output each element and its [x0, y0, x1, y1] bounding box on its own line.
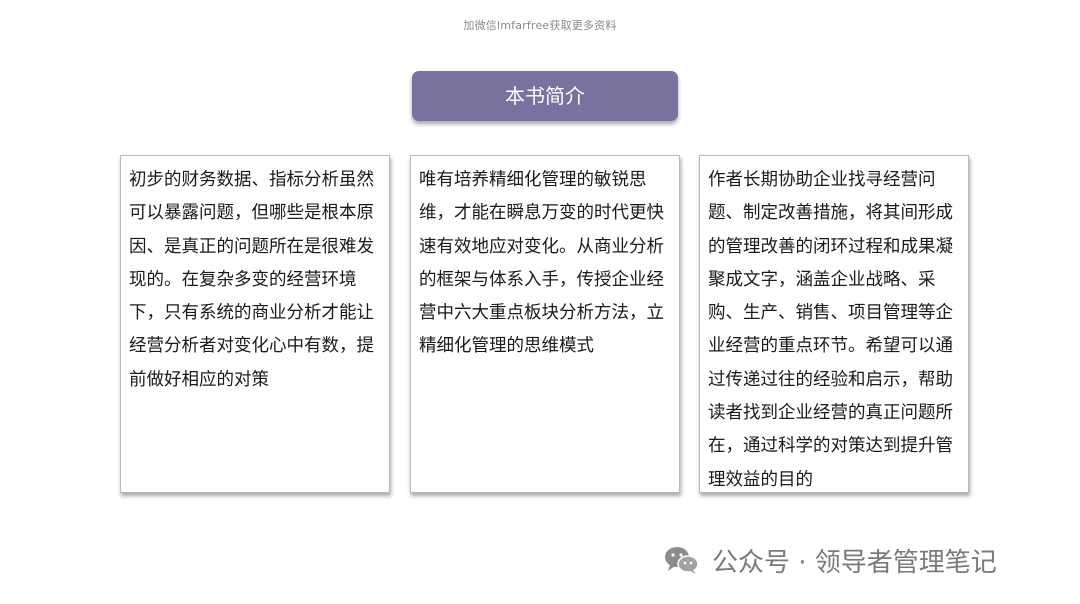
- title-badge: 本书简介: [412, 71, 678, 121]
- intro-card-3: 作者长期协助企业找寻经营问题、制定改善措施，将其间形成的管理改善的闭环过程和成果…: [699, 155, 969, 493]
- card-text: 作者长期协助企业找寻经营问题、制定改善措施，将其间形成的管理改善的闭环过程和成果…: [708, 170, 953, 490]
- header-note: 加微信lmfarfree获取更多资料: [463, 19, 617, 32]
- slide-page: 加微信lmfarfree获取更多资料 本书简介 初步的财务数据、指标分析虽然可以…: [0, 0, 1080, 604]
- card-text: 唯有培养精细化管理的敏锐思维，才能在瞬息万变的时代更快速有效地应对变化。从商业分…: [419, 170, 664, 357]
- intro-card-1: 初步的财务数据、指标分析虽然可以暴露问题，但哪些是根本原因、是真正的问题所在是很…: [120, 155, 390, 493]
- footer-watermark: 公众号 · 领导者管理笔记: [664, 540, 997, 580]
- card-text: 初步的财务数据、指标分析虽然可以暴露问题，但哪些是根本原因、是真正的问题所在是很…: [129, 170, 374, 390]
- footer-label: 公众号 · 领导者管理笔记: [712, 547, 997, 578]
- intro-card-2: 唯有培养精细化管理的敏锐思维，才能在瞬息万变的时代更快速有效地应对变化。从商业分…: [410, 155, 680, 493]
- wechat-icon: [664, 545, 700, 575]
